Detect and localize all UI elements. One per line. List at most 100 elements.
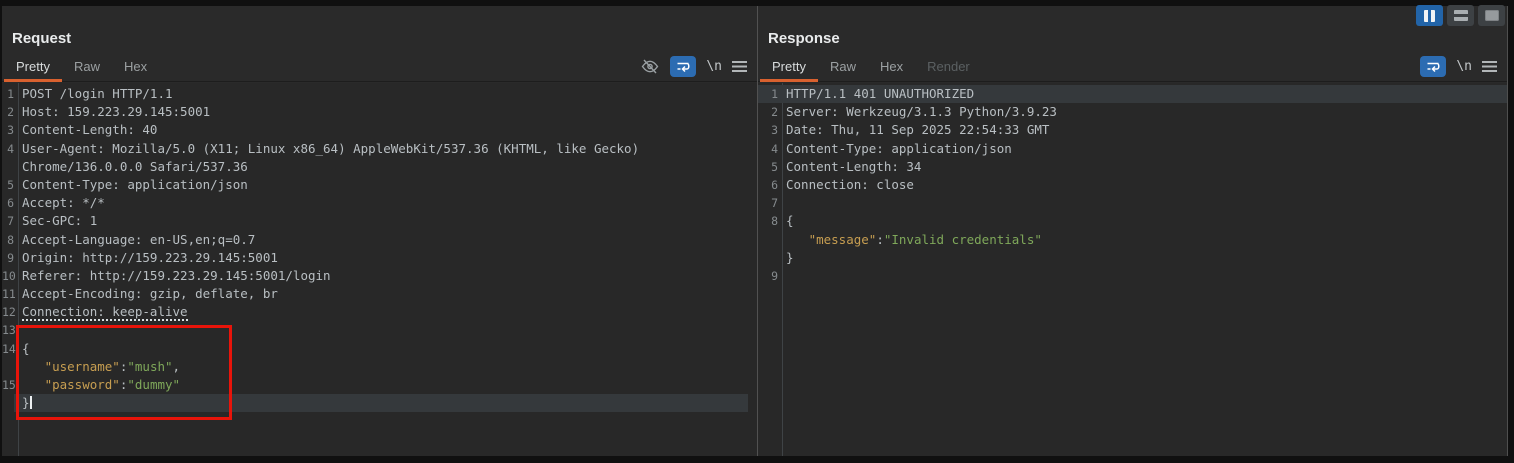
code-line: 11Accept-Encoding: gzip, deflate, br <box>2 285 757 303</box>
code-line: 9Origin: http://159.223.29.145:5001 <box>2 249 757 267</box>
line-number <box>758 249 778 267</box>
soft-wrap-button[interactable] <box>670 56 696 77</box>
code-line: 2Server: Werkzeug/3.1.3 Python/3.9.23 <box>758 103 1507 121</box>
line-content: Accept-Encoding: gzip, deflate, br <box>14 285 278 303</box>
tab-hex[interactable]: Hex <box>868 52 915 81</box>
tab-pretty[interactable]: Pretty <box>760 52 818 81</box>
line-number: 3 <box>758 121 778 139</box>
request-body-annotation-box <box>16 325 232 420</box>
soft-wrap-button[interactable] <box>1420 56 1446 77</box>
line-content: Content-Length: 34 <box>778 158 921 176</box>
code-line: 9 <box>758 267 1507 285</box>
code-line: 10Referer: http://159.223.29.145:5001/lo… <box>2 267 757 285</box>
line-number: 5 <box>2 176 14 194</box>
line-number: 4 <box>2 140 14 158</box>
line-content: Connection: close <box>778 176 914 194</box>
tab-raw[interactable]: Raw <box>818 52 868 81</box>
code-line: 1POST /login HTTP/1.1 <box>2 85 757 103</box>
rows-icon <box>1454 10 1468 21</box>
tab-render: Render <box>915 52 982 81</box>
line-content: User-Agent: Mozilla/5.0 (X11; Linux x86_… <box>14 140 639 158</box>
pane-split-divider[interactable] <box>757 6 758 456</box>
line-number: 3 <box>2 121 14 139</box>
layout-stacked-button[interactable] <box>1447 5 1474 26</box>
soft-wrap-icon <box>675 59 691 75</box>
line-number: 2 <box>758 103 778 121</box>
line-number: 15 <box>2 376 14 394</box>
eye-off-icon[interactable] <box>640 58 660 75</box>
code-line: 2Host: 159.223.29.145:5001 <box>2 103 757 121</box>
line-content <box>778 194 786 212</box>
line-content: Accept: */* <box>14 194 105 212</box>
line-content: "message":"Invalid credentials" <box>778 231 1042 249</box>
line-content: Chrome/136.0.0.0 Safari/537.36 <box>14 158 248 176</box>
line-number <box>758 231 778 249</box>
request-editor[interactable]: 1POST /login HTTP/1.12Host: 159.223.29.1… <box>2 83 757 456</box>
line-content: } <box>778 249 794 267</box>
line-content: Sec-GPC: 1 <box>14 212 97 230</box>
editor-menu-icon[interactable] <box>732 61 747 72</box>
line-number: 6 <box>758 176 778 194</box>
code-line: 8{ <box>758 212 1507 230</box>
code-line: 3Content-Length: 40 <box>2 121 757 139</box>
line-number: 8 <box>758 212 778 230</box>
line-number: 9 <box>758 267 778 285</box>
response-pane-title: Response <box>768 30 840 47</box>
line-number: 5 <box>758 158 778 176</box>
line-content <box>778 267 786 285</box>
newline-toggle[interactable]: \n <box>1456 59 1472 74</box>
line-content: Accept-Language: en-US,en;q=0.7 <box>14 231 255 249</box>
tab-pretty[interactable]: Pretty <box>4 52 62 81</box>
layout-single-pane-button[interactable] <box>1478 5 1505 26</box>
columns-icon <box>1424 10 1435 22</box>
editor-menu-icon[interactable] <box>1482 61 1497 72</box>
line-number: 13 <box>2 321 14 339</box>
code-line: 7 <box>758 194 1507 212</box>
line-number: 2 <box>2 103 14 121</box>
line-number: 14 <box>2 340 14 358</box>
response-editor-tools: \n <box>1420 56 1497 77</box>
response-editor[interactable]: 1HTTP/1.1 401 UNAUTHORIZED2Server: Werkz… <box>758 83 1507 456</box>
layout-side-by-side-button[interactable] <box>1416 5 1443 26</box>
line-number: 1 <box>758 85 778 103</box>
tab-hex[interactable]: Hex <box>112 52 159 81</box>
newline-toggle[interactable]: \n <box>706 59 722 74</box>
request-pane: Request PrettyRawHex <box>2 6 757 456</box>
response-tabs: PrettyRawHexRender <box>760 52 982 81</box>
request-pane-title: Request <box>12 30 71 47</box>
line-number: 11 <box>2 285 14 303</box>
line-content: POST /login HTTP/1.1 <box>14 85 173 103</box>
code-line: 12 Connection: keep-alive <box>2 303 757 321</box>
code-line: 7Sec-GPC: 1 <box>2 212 757 230</box>
code-line: 8Accept-Language: en-US,en;q=0.7 <box>2 231 757 249</box>
line-number: 6 <box>2 194 14 212</box>
line-number <box>2 358 14 376</box>
line-content: Content-Type: application/json <box>14 176 248 194</box>
code-line: 4User-Agent: Mozilla/5.0 (X11; Linux x86… <box>2 140 757 158</box>
line-number: 1 <box>2 85 14 103</box>
response-tabbar: PrettyRawHexRender \n <box>758 52 1507 82</box>
line-number: 10 <box>2 267 14 285</box>
single-pane-icon <box>1485 10 1499 21</box>
request-editor-tools: \n <box>640 56 747 77</box>
line-content: Content-Type: application/json <box>778 140 1012 158</box>
code-line: 5Content-Type: application/json <box>2 176 757 194</box>
dotted-underline-annotation: Connection: keep-alive <box>22 304 188 321</box>
pane-layout-switcher <box>1416 5 1505 26</box>
code-line: 3Date: Thu, 11 Sep 2025 22:54:33 GMT <box>758 121 1507 139</box>
code-line: 4Content-Type: application/json <box>758 140 1507 158</box>
line-number: 12 <box>2 303 14 321</box>
code-line: "message":"Invalid credentials" <box>758 231 1507 249</box>
code-line: Chrome/136.0.0.0 Safari/537.36 <box>2 158 757 176</box>
http-message-viewer: { "colors": { "accent_orange": "#d9612f"… <box>0 0 1514 463</box>
line-number: 8 <box>2 231 14 249</box>
code-line: 1HTTP/1.1 401 UNAUTHORIZED <box>758 85 1507 103</box>
tab-raw[interactable]: Raw <box>62 52 112 81</box>
line-number: 7 <box>758 194 778 212</box>
line-number: 7 <box>2 212 14 230</box>
soft-wrap-icon <box>1425 59 1441 75</box>
code-line: } <box>758 249 1507 267</box>
line-content: HTTP/1.1 401 UNAUTHORIZED <box>778 85 974 103</box>
line-number <box>2 158 14 176</box>
repeater-surface: Request PrettyRawHex <box>2 6 1508 456</box>
